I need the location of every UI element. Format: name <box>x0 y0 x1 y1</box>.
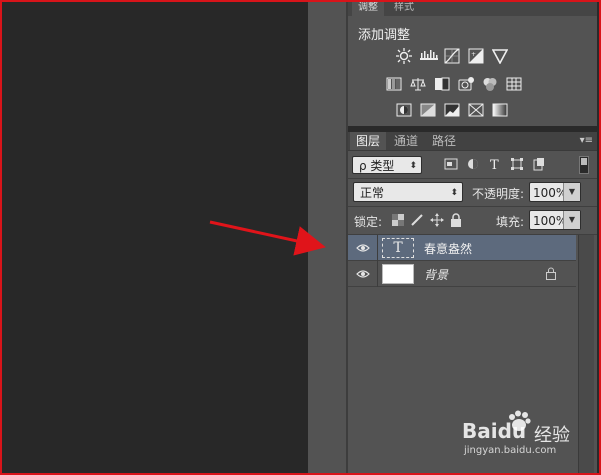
shape-filter-icon[interactable] <box>510 157 524 171</box>
paw-logo-icon <box>509 410 531 431</box>
curves-icon[interactable] <box>444 48 460 64</box>
annotation-arrow <box>209 220 326 256</box>
adjustments-tabbar: 调整 样式 <box>348 2 597 16</box>
pixel-filter-icon[interactable] <box>444 157 458 171</box>
svg-text:+: + <box>471 51 476 58</box>
adjustment-row-3 <box>396 102 508 118</box>
adjustment-filter-icon[interactable] <box>466 157 480 171</box>
selective-color-icon[interactable] <box>468 102 484 118</box>
vibrance-icon[interactable] <box>492 48 508 64</box>
layer-filter-row: ρ 类型 ⬍ T <box>352 154 593 176</box>
add-adjustment-title: 添加调整 <box>358 28 411 43</box>
divider <box>377 261 378 287</box>
tab-channels[interactable]: 通道 <box>388 132 424 150</box>
brightness-contrast-icon[interactable] <box>396 48 412 64</box>
chevron-down-icon[interactable]: ▼ <box>563 183 580 201</box>
layers-tabbar: 图层 通道 路径 ▾≡ <box>348 132 597 151</box>
chevron-updown-icon: ⬍ <box>450 188 458 198</box>
panel-menu-icon[interactable]: ▾≡ <box>580 135 593 146</box>
opacity-field[interactable]: 100% ▼ <box>529 182 581 202</box>
gradient-map-icon[interactable] <box>492 102 508 118</box>
eye-icon[interactable] <box>356 242 370 254</box>
levels-icon[interactable] <box>420 48 438 64</box>
filter-kind-label: ρ 类型 <box>359 159 395 173</box>
channel-mixer-icon[interactable] <box>482 76 498 92</box>
invert-icon[interactable] <box>396 102 412 118</box>
smart-object-filter-icon[interactable] <box>532 157 546 171</box>
watermark-url: jingyan.baidu.com <box>464 445 557 456</box>
text-layer-thumbnail: T <box>382 238 414 258</box>
layer-row-text[interactable]: T 春意盎然 <box>348 235 576 261</box>
blend-mode-label: 正常 <box>360 186 385 200</box>
fill-field[interactable]: 100% ▼ <box>529 210 581 230</box>
watermark-suffix: 经验 <box>534 425 570 446</box>
threshold-icon[interactable] <box>444 102 460 118</box>
color-balance-icon[interactable] <box>410 76 426 92</box>
tab-paths[interactable]: 路径 <box>426 132 462 150</box>
tab-styles[interactable]: 样式 <box>388 2 420 16</box>
tab-adjustments[interactable]: 调整 <box>352 2 384 16</box>
color-lookup-icon[interactable] <box>506 76 522 92</box>
adjustments-panel: 调整 样式 添加调整 + <box>348 2 597 126</box>
opacity-label: 不透明度: <box>472 187 525 201</box>
exposure-icon[interactable]: + <box>468 48 484 64</box>
lock-label: 锁定: <box>354 215 383 229</box>
adjustment-row-2 <box>386 76 522 92</box>
layer-name[interactable]: 春意盎然 <box>424 240 472 257</box>
posterize-icon[interactable] <box>420 102 436 118</box>
layer-row-background[interactable]: 背景 <box>348 261 576 287</box>
baidu-watermark: Baidu 经验 jingyan.baidu.com <box>462 405 592 456</box>
lock-transparent-icon[interactable] <box>392 214 404 226</box>
fill-label: 填充: <box>496 215 525 229</box>
filter-kind-select[interactable]: ρ 类型 ⬍ <box>352 156 422 174</box>
background-layer-thumbnail <box>382 264 414 284</box>
adjustment-row-1: + <box>396 48 508 64</box>
lock-icon <box>546 267 556 280</box>
lock-position-move-icon[interactable] <box>430 213 444 227</box>
eye-icon[interactable] <box>356 268 370 280</box>
separator <box>348 178 597 179</box>
svg-text:T: T <box>490 158 499 171</box>
chevron-down-icon[interactable]: ▼ <box>563 211 580 229</box>
lock-all-icon[interactable] <box>450 213 462 227</box>
layer-name[interactable]: 背景 <box>424 266 448 283</box>
blend-mode-select[interactable]: 正常 ⬍ <box>353 182 463 202</box>
lock-image-brush-icon[interactable] <box>410 213 424 227</box>
separator <box>348 206 597 207</box>
type-filter-icon[interactable]: T <box>488 157 502 171</box>
filter-toggle[interactable] <box>579 156 589 174</box>
hue-saturation-icon[interactable] <box>386 76 402 92</box>
photo-filter-icon[interactable] <box>458 76 474 92</box>
chevron-updown-icon: ⬍ <box>409 161 417 171</box>
black-white-icon[interactable] <box>434 76 450 92</box>
divider <box>377 235 378 261</box>
tab-layers[interactable]: 图层 <box>350 132 387 150</box>
